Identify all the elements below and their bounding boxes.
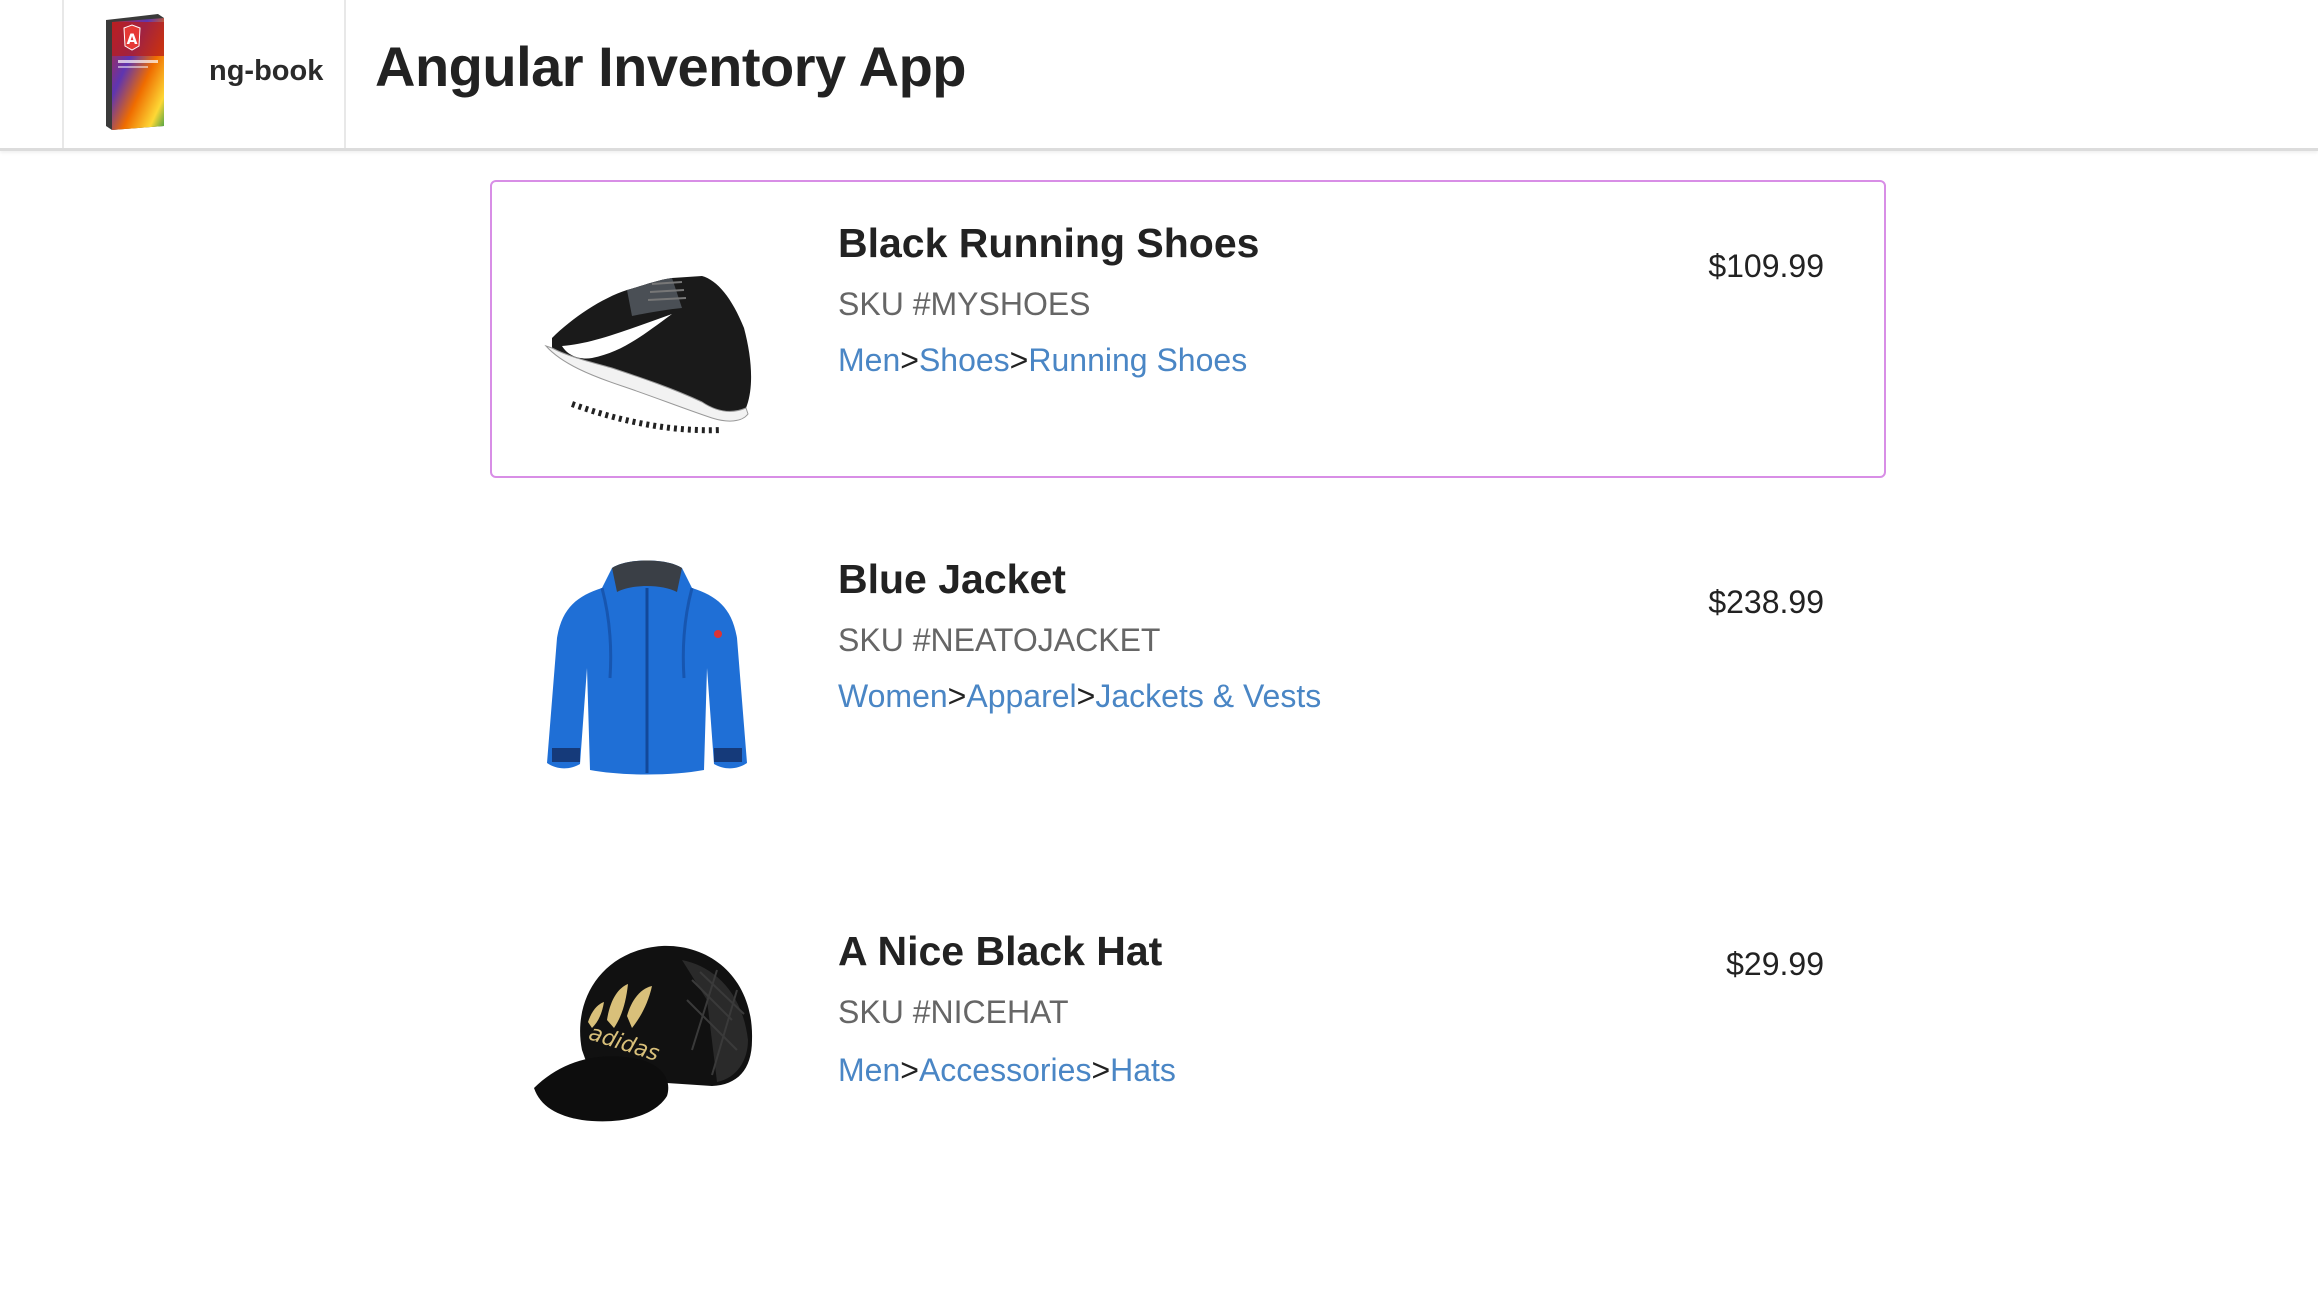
breadcrumb-separator: >	[1009, 342, 1029, 378]
department-link[interactable]: Accessories	[919, 1052, 1092, 1088]
brand-name[interactable]: ng-book	[209, 55, 323, 88]
department-link[interactable]: Men	[838, 1052, 900, 1088]
product-row[interactable]: Black Running Shoes SKU #MYSHOES Men>Sho…	[490, 180, 1886, 478]
jacket-icon	[547, 560, 747, 775]
product-price: $29.99	[1726, 946, 1824, 982]
product-sku: SKU #MYSHOES	[838, 286, 1091, 322]
department-link[interactable]: Apparel	[966, 678, 1076, 714]
department-link[interactable]: Men	[838, 342, 900, 378]
department-link[interactable]: Women	[838, 678, 948, 714]
product-row[interactable]: Blue Jacket SKU #NEATOJACKET Women>Appar…	[490, 516, 1886, 814]
product-departments: Men>Accessories>Hats	[838, 1052, 1176, 1089]
product-name[interactable]: A Nice Black Hat	[838, 928, 1162, 975]
breadcrumb-separator: >	[900, 342, 919, 378]
ng-book-cover-icon: A	[106, 14, 164, 130]
product-name[interactable]: Blue Jacket	[838, 556, 1066, 603]
svg-text:A: A	[127, 32, 138, 48]
running-shoe-icon	[544, 276, 752, 434]
product-name[interactable]: Black Running Shoes	[838, 220, 1259, 267]
department-link[interactable]: Jackets & Vests	[1095, 678, 1321, 714]
breadcrumb-separator: >	[947, 678, 967, 714]
breadcrumb-separator: >	[1076, 678, 1096, 714]
cap-icon: adidas	[534, 945, 753, 1122]
product-departments: Men>Shoes>Running Shoes	[838, 342, 1247, 379]
product-price: $238.99	[1708, 584, 1824, 620]
department-link[interactable]: Hats	[1110, 1052, 1176, 1088]
breadcrumb-separator: >	[1091, 1052, 1111, 1088]
product-row[interactable]: adidas A Nice Black Hat SKU #NICEHAT Men…	[490, 888, 1886, 1186]
department-link[interactable]: Shoes	[919, 342, 1010, 378]
brand[interactable]: A ng-book	[62, 0, 346, 148]
product-sku: SKU #NEATOJACKET	[838, 622, 1161, 658]
department-link[interactable]: Running Shoes	[1028, 342, 1247, 378]
product-departments: Women>Apparel>Jackets & Vests	[838, 678, 1321, 715]
product-price: $109.99	[1708, 248, 1824, 284]
product-sku: SKU #NICEHAT	[838, 994, 1069, 1030]
top-navbar: A ng-book Angular Inventory App	[0, 0, 2318, 151]
breadcrumb-separator: >	[900, 1052, 919, 1088]
page-title: Angular Inventory App	[375, 35, 967, 98]
